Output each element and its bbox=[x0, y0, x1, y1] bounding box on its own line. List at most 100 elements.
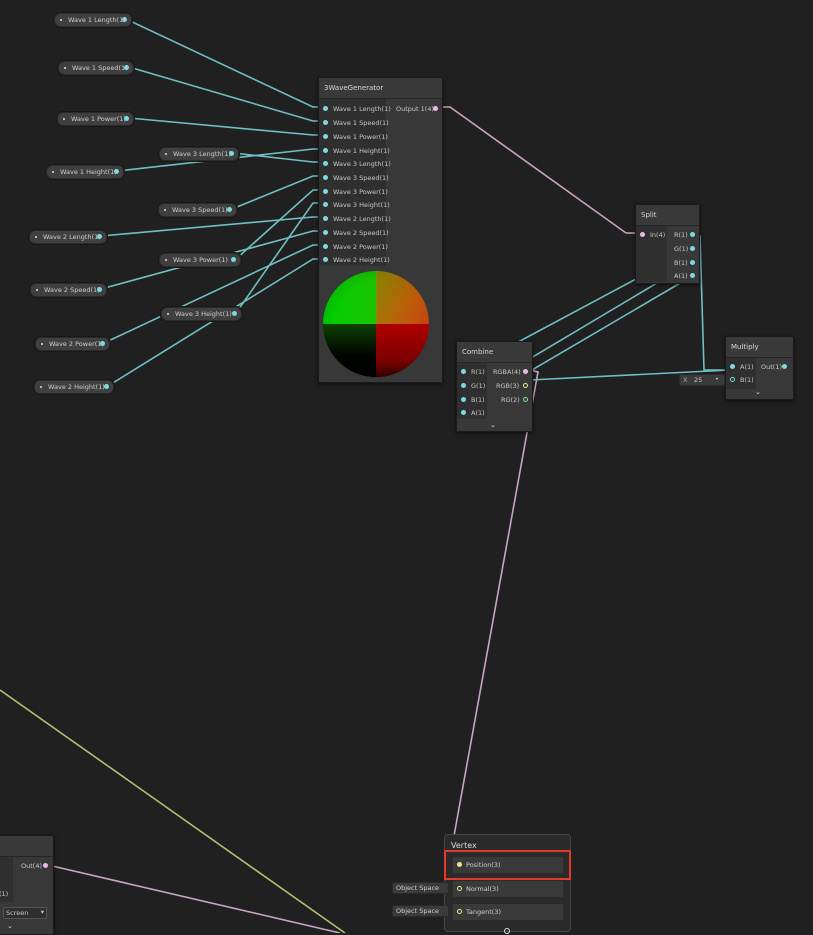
input-port[interactable] bbox=[323, 244, 328, 249]
output-slot[interactable]: Out(4) bbox=[21, 862, 48, 870]
output-port[interactable] bbox=[100, 341, 105, 346]
input-port[interactable] bbox=[461, 410, 466, 415]
wire bbox=[231, 175, 323, 210]
node-title: Combine bbox=[462, 348, 494, 356]
output-port[interactable] bbox=[124, 65, 129, 70]
output-port[interactable] bbox=[229, 151, 234, 156]
node-title-bar[interactable]: 3WaveGenerator bbox=[319, 78, 442, 99]
output-port[interactable] bbox=[523, 383, 528, 388]
space-dropdown[interactable]: Screen ▾ bbox=[3, 907, 47, 919]
output-port[interactable] bbox=[523, 397, 528, 402]
property-label: Wave 2 Speed(1) bbox=[44, 286, 100, 294]
slot-label: Wave 3 Power(1) bbox=[333, 188, 388, 196]
output-slot[interactable]: B(1) bbox=[674, 259, 695, 267]
input-port[interactable] bbox=[323, 106, 328, 111]
output-slot[interactable]: Output 1(4) bbox=[396, 105, 438, 113]
property-wave3-height[interactable]: Wave 3 Height(1) bbox=[161, 307, 242, 321]
tangent-space-field[interactable]: Object Space bbox=[392, 905, 449, 917]
output-slot[interactable]: RGB(3) bbox=[496, 382, 528, 390]
input-port[interactable] bbox=[730, 364, 735, 369]
input-port[interactable] bbox=[323, 202, 328, 207]
output-port[interactable] bbox=[97, 234, 102, 239]
output-port[interactable] bbox=[104, 384, 109, 389]
input-port[interactable] bbox=[457, 909, 462, 914]
property-wave1-length[interactable]: Wave 1 Length(1) bbox=[54, 13, 132, 27]
slot-label: In(4) bbox=[650, 231, 666, 239]
input-port[interactable] bbox=[640, 232, 645, 237]
input-port[interactable] bbox=[323, 230, 328, 235]
partial-node[interactable]: Out(4) (1) Screen ▾ ⌄ bbox=[0, 835, 54, 935]
output-port[interactable] bbox=[782, 364, 787, 369]
property-handle bbox=[64, 67, 66, 69]
value-text[interactable]: 25 bbox=[694, 376, 702, 384]
normal-space-field[interactable]: Object Space bbox=[392, 882, 449, 894]
wire bbox=[437, 106, 640, 234]
output-port[interactable] bbox=[232, 311, 237, 316]
multiply-b-default-field[interactable]: X 25 • bbox=[679, 374, 725, 386]
input-port[interactable] bbox=[457, 886, 462, 891]
vertex-title: Vertex bbox=[451, 841, 477, 850]
property-wave1-power[interactable]: Wave 1 Power(1) bbox=[57, 112, 134, 126]
property-wave3-length[interactable]: Wave 3 Length(1) bbox=[159, 147, 239, 161]
output-port[interactable] bbox=[122, 17, 127, 22]
vertex-bottom-port[interactable] bbox=[504, 928, 510, 934]
wire bbox=[125, 18, 323, 108]
property-wave1-height[interactable]: Wave 1 Height(1) bbox=[46, 165, 124, 179]
node-title-bar[interactable]: Combine bbox=[457, 342, 532, 363]
property-wave2-speed[interactable]: Wave 2 Speed(1) bbox=[30, 283, 107, 297]
output-port[interactable] bbox=[690, 246, 695, 251]
output-port[interactable] bbox=[97, 287, 102, 292]
multiply-node[interactable]: Multiply A(1) B(1) Out(1) ⌄ bbox=[725, 336, 794, 400]
output-port[interactable] bbox=[523, 369, 528, 374]
input-port[interactable] bbox=[730, 377, 735, 382]
output-slot[interactable]: G(1) bbox=[674, 245, 695, 253]
input-port[interactable] bbox=[323, 134, 328, 139]
property-wave2-length[interactable]: Wave 2 Length(1) bbox=[29, 230, 107, 244]
output-slot[interactable]: Out(1) bbox=[761, 363, 787, 371]
input-port[interactable] bbox=[323, 161, 328, 166]
output-port[interactable] bbox=[433, 106, 438, 111]
output-slot[interactable]: A(1) bbox=[674, 272, 695, 280]
input-port[interactable] bbox=[461, 397, 466, 402]
property-wave3-speed[interactable]: Wave 3 Speed(1) bbox=[158, 203, 237, 217]
chevron-down-icon[interactable]: ⌄ bbox=[7, 922, 13, 930]
input-port[interactable] bbox=[323, 257, 328, 262]
wire bbox=[235, 202, 323, 314]
node-title-bar[interactable] bbox=[0, 836, 53, 857]
output-slot[interactable]: RG(2) bbox=[501, 396, 528, 404]
input-port[interactable] bbox=[461, 369, 466, 374]
input-port[interactable] bbox=[323, 216, 328, 221]
output-port[interactable] bbox=[114, 169, 119, 174]
combine-node[interactable]: Combine R(1) G(1) B(1) A(1) RGBA(4) RGB(… bbox=[456, 341, 533, 432]
output-slot[interactable]: R(1) bbox=[674, 231, 695, 239]
input-port[interactable] bbox=[461, 383, 466, 388]
chevron-down-icon[interactable]: ⌄ bbox=[755, 388, 761, 396]
input-port[interactable] bbox=[323, 175, 328, 180]
property-wave2-height[interactable]: Wave 2 Height(1) bbox=[34, 380, 114, 394]
split-node[interactable]: Split In(4) R(1) G(1) B(1) A(1) bbox=[635, 204, 700, 284]
property-wave3-power[interactable]: Wave 3 Power(1) bbox=[159, 253, 241, 267]
vertex-normal-slot[interactable]: Normal(3) bbox=[452, 880, 564, 898]
output-port[interactable] bbox=[690, 273, 695, 278]
node-title-bar[interactable]: Multiply bbox=[726, 337, 793, 358]
property-wave1-speed[interactable]: Wave 1 Speed(1) bbox=[58, 61, 134, 75]
chevron-down-icon[interactable]: ⌄ bbox=[490, 421, 496, 429]
property-label: Wave 2 Length(1) bbox=[43, 233, 101, 241]
output-port[interactable] bbox=[231, 257, 236, 262]
output-port[interactable] bbox=[227, 207, 232, 212]
property-handle bbox=[165, 153, 167, 155]
output-port[interactable] bbox=[124, 116, 129, 121]
vertex-tangent-slot[interactable]: Tangent(3) bbox=[452, 903, 564, 921]
slot-label: Wave 3 Height(1) bbox=[333, 201, 390, 209]
input-port[interactable] bbox=[323, 189, 328, 194]
output-slot[interactable]: RGBA(4) bbox=[493, 368, 528, 376]
input-port[interactable] bbox=[323, 148, 328, 153]
output-port[interactable] bbox=[43, 863, 48, 868]
slot-label: Wave 1 Power(1) bbox=[333, 133, 388, 141]
output-port[interactable] bbox=[690, 232, 695, 237]
node-title-bar[interactable]: Split bbox=[636, 205, 699, 226]
property-label: Wave 1 Length(1) bbox=[68, 16, 126, 24]
output-port[interactable] bbox=[690, 260, 695, 265]
input-port[interactable] bbox=[323, 120, 328, 125]
property-wave2-power[interactable]: Wave 2 Power(1) bbox=[35, 337, 110, 351]
